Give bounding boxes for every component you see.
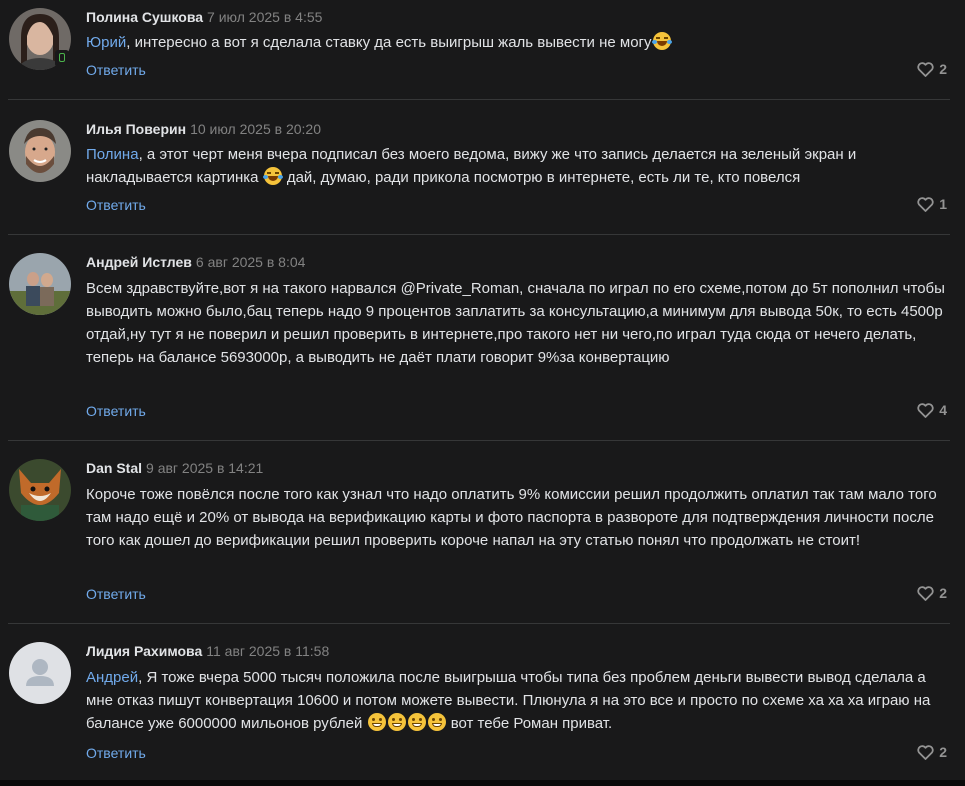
comment-date[interactable]: 11 авг 2025 в 11:58 (206, 643, 329, 659)
comment-item: Лидия Рахимова 11 авг 2025 в 11:58 Андрей… (0, 624, 965, 780)
grinning-emoji (367, 713, 386, 731)
like-button[interactable]: 2 (917, 61, 947, 77)
comment-item: Полина Сушкова 7 июл 2025 в 4:55 Юрий, ин… (0, 0, 965, 100)
avatar[interactable] (9, 642, 71, 704)
grinning-emoji (427, 713, 446, 731)
like-button[interactable]: 2 (917, 585, 947, 601)
like-button[interactable]: 1 (917, 196, 947, 212)
author-name[interactable]: Полина Сушкова (86, 9, 203, 25)
author-name[interactable]: Илья Поверин (86, 121, 186, 137)
comment-text: Всем здравствуйте,вот я на такого нарвал… (86, 280, 945, 366)
comment-text: Андрей, Я тоже вчера 5000 тысяч положила… (86, 666, 946, 735)
reply-button[interactable]: Ответить (86, 586, 146, 602)
reply-button[interactable]: Ответить (86, 62, 146, 78)
avatar[interactable] (9, 253, 71, 315)
heart-icon (917, 196, 934, 212)
reply-button[interactable]: Ответить (86, 745, 146, 761)
comment-header: Dan Stal 9 авг 2025 в 14:21 (86, 459, 263, 477)
laughing-tears-emoji (651, 32, 672, 50)
comment-item: Dan Stal 9 авг 2025 в 14:21 Короче тоже п… (0, 441, 965, 624)
like-count: 1 (939, 196, 947, 212)
comment-date[interactable]: 6 авг 2025 в 8:04 (196, 254, 306, 270)
comment-date[interactable]: 9 авг 2025 в 14:21 (146, 460, 263, 476)
avatar[interactable] (9, 459, 71, 521)
grinning-emoji (407, 713, 426, 731)
like-count: 4 (939, 402, 947, 418)
comment-body-end: вот тебе Роман приват. (446, 715, 613, 732)
reply-button[interactable]: Ответить (86, 197, 146, 213)
heart-icon (917, 61, 934, 77)
like-count: 2 (939, 744, 947, 760)
comment-text: Полина, а этот черт меня вчера подписал … (86, 143, 946, 189)
comment-date[interactable]: 7 июл 2025 в 4:55 (207, 9, 322, 25)
mention-link[interactable]: Полина (86, 146, 139, 163)
like-count: 2 (939, 61, 947, 77)
comment-header: Полина Сушкова 7 июл 2025 в 4:55 (86, 8, 322, 26)
author-name[interactable]: Лидия Рахимова (86, 643, 202, 659)
comment-item: Илья Поверин 10 июл 2025 в 20:20 Полина, … (0, 100, 965, 235)
mention-link[interactable]: Юрий (86, 34, 126, 51)
comment-header: Лидия Рахимова 11 авг 2025 в 11:58 (86, 642, 329, 660)
comment-item: Андрей Истлев 6 авг 2025 в 8:04 Всем здра… (0, 235, 965, 441)
like-button[interactable]: 2 (917, 744, 947, 760)
like-count: 2 (939, 585, 947, 601)
like-button[interactable]: 4 (917, 402, 947, 418)
comment-header: Андрей Истлев 6 авг 2025 в 8:04 (86, 253, 305, 271)
heart-icon (917, 744, 934, 760)
online-mobile-icon (55, 50, 69, 67)
author-name[interactable]: Андрей Истлев (86, 254, 192, 270)
comment-header: Илья Поверин 10 июл 2025 в 20:20 (86, 120, 321, 138)
mention-link[interactable]: Андрей (86, 669, 138, 686)
comments-list: Полина Сушкова 7 июл 2025 в 4:55 Юрий, ин… (0, 0, 965, 780)
heart-icon (917, 585, 934, 601)
grinning-emoji (387, 713, 406, 731)
reply-button[interactable]: Ответить (86, 403, 146, 419)
laughing-tears-emoji (262, 167, 283, 185)
comment-date[interactable]: 10 июл 2025 в 20:20 (190, 121, 321, 137)
heart-icon (917, 402, 934, 418)
comment-text: Короче тоже повёлся после того как узнал… (86, 486, 937, 549)
author-name[interactable]: Dan Stal (86, 460, 142, 476)
comment-body-end: дай, думаю, ради прикола посмотрю в инте… (282, 169, 801, 186)
comment-text: Юрий, интересно а вот я сделала ставку д… (86, 31, 946, 54)
comment-body: , интересно а вот я сделала ставку да ес… (126, 34, 652, 51)
avatar[interactable] (9, 120, 71, 182)
